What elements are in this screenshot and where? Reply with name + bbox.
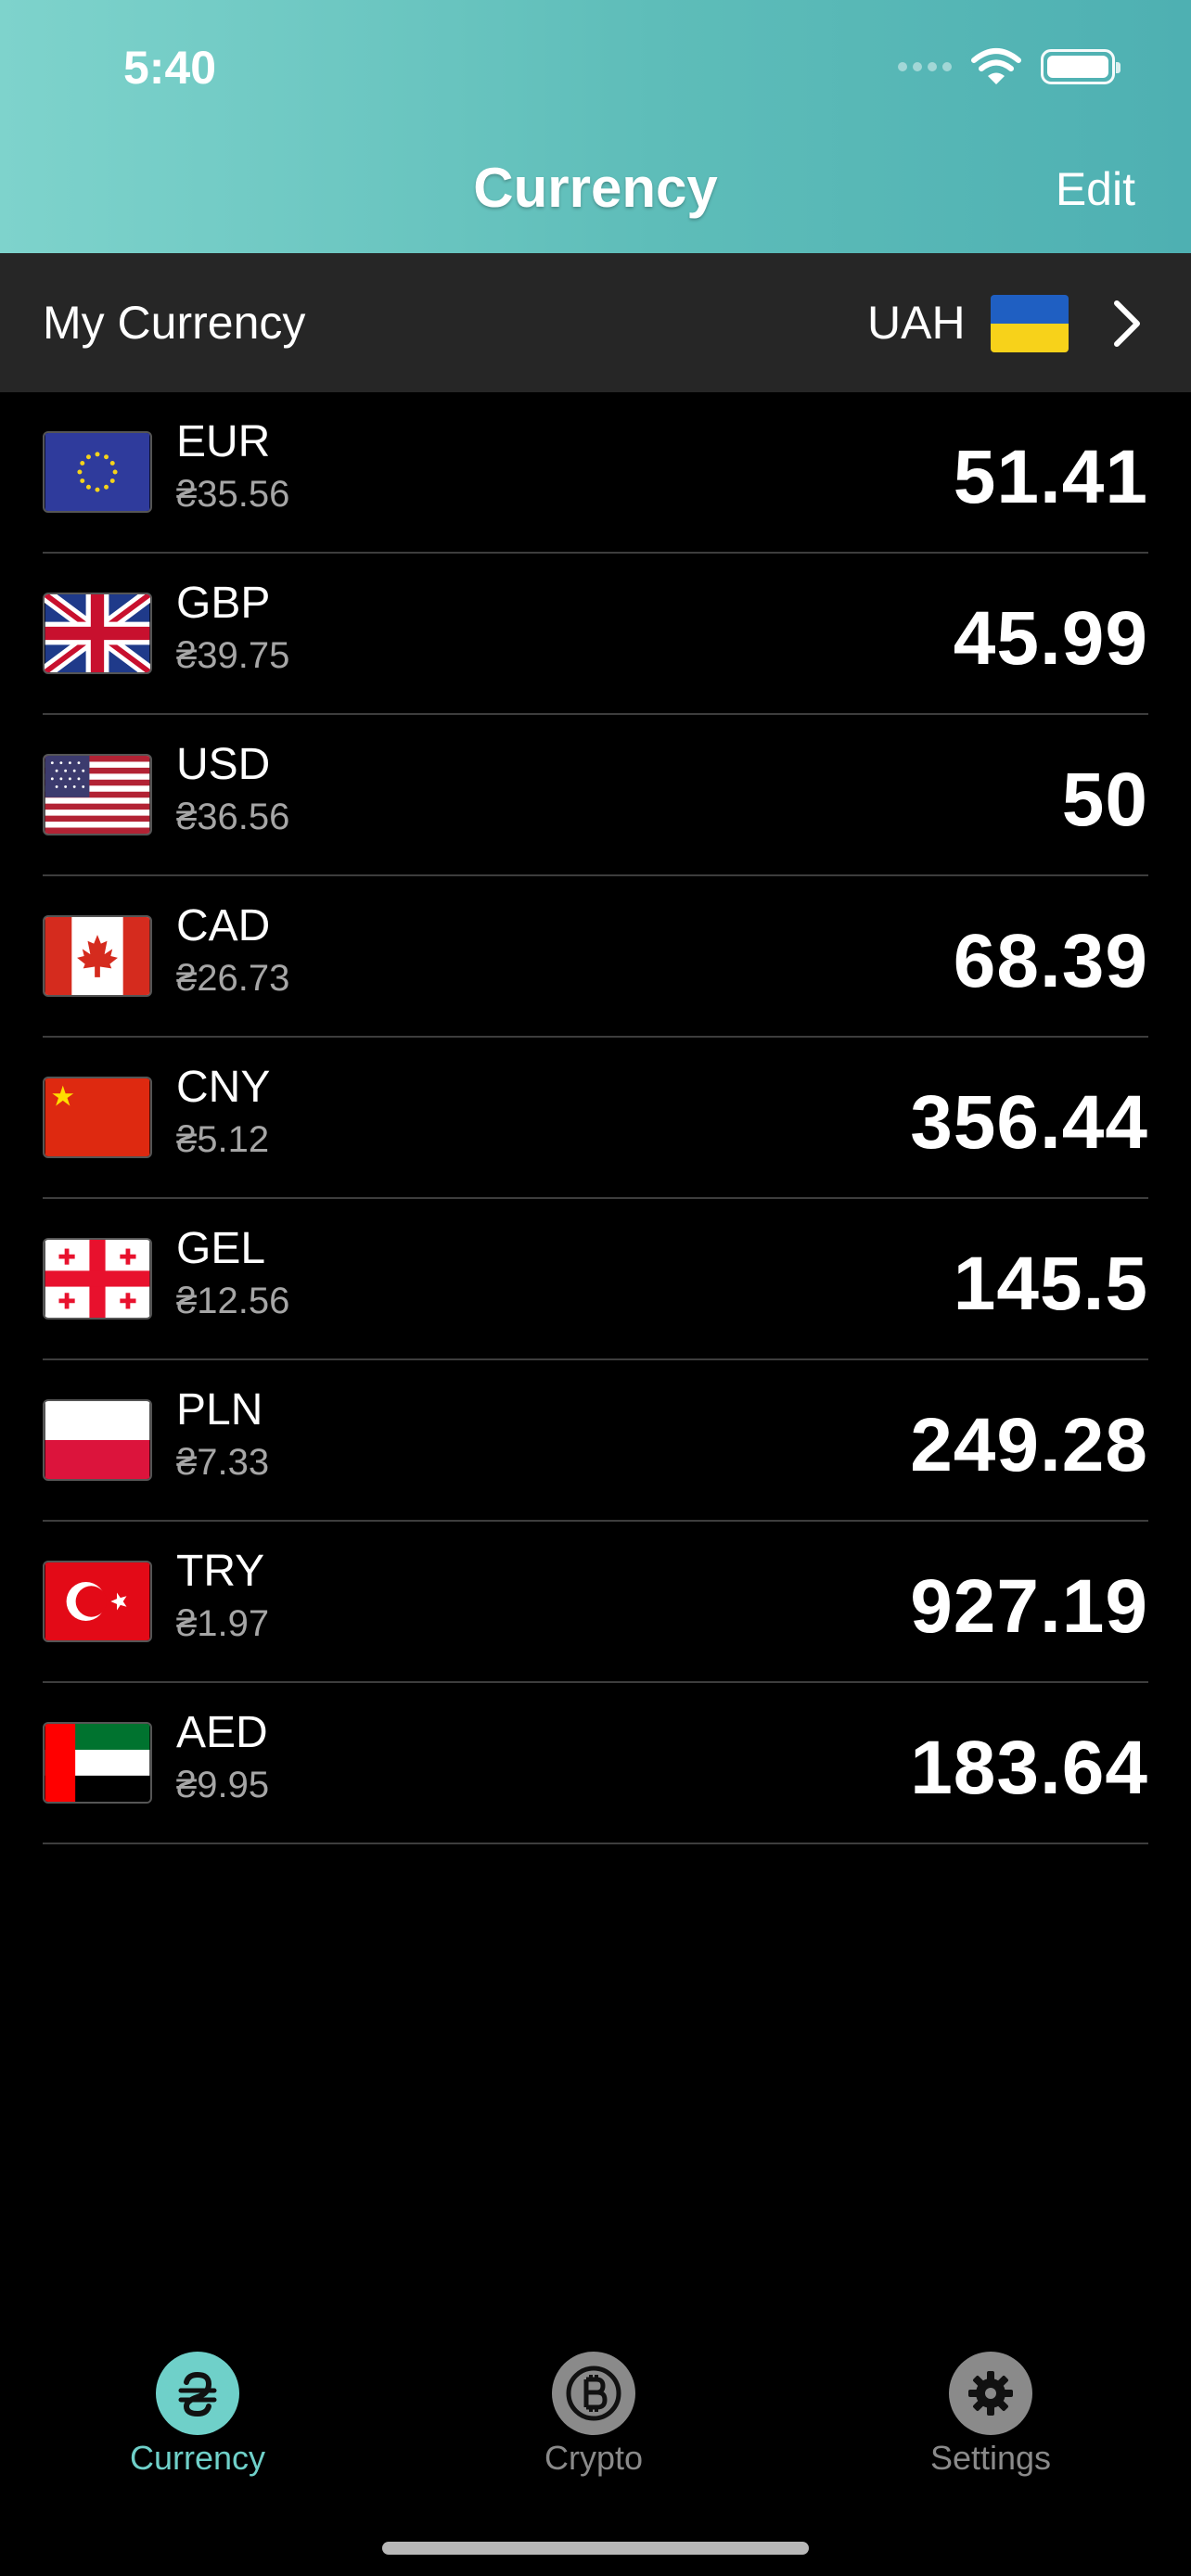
currency-rate: ₴1.97: [176, 1603, 270, 1644]
turkey-flag-icon: [43, 1561, 152, 1642]
currency-row-cny[interactable]: CNY ₴5.12 356.44: [43, 1038, 1148, 1199]
currency-value[interactable]: 927.19: [910, 1563, 1148, 1651]
currency-code: GBP: [176, 579, 271, 628]
tab-label: Currency: [129, 2439, 266, 2477]
home-indicator[interactable]: [382, 2542, 809, 2555]
chevron-right-icon: [1114, 300, 1140, 347]
currency-rate: ₴7.33: [176, 1442, 270, 1483]
currency-row-try[interactable]: TRY ₴1.97 927.19: [43, 1522, 1148, 1683]
currency-rate: ₴12.56: [176, 1281, 290, 1321]
poland-flag-icon: [43, 1399, 152, 1481]
us-flag-icon: [43, 754, 152, 835]
currency-code: USD: [176, 740, 271, 789]
currency-value[interactable]: 183.64: [910, 1725, 1148, 1812]
my-currency-label: My Currency: [43, 297, 306, 349]
gear-icon: [949, 2352, 1032, 2435]
eu-flag-icon: [43, 431, 152, 513]
header: 5:40 Currency Edit: [0, 0, 1191, 253]
currency-code: GEL: [176, 1224, 266, 1273]
currency-code: CNY: [176, 1063, 271, 1112]
ukraine-flag-icon: [991, 295, 1069, 352]
currency-value[interactable]: 50: [1062, 757, 1148, 844]
currency-rate: ₴39.75: [176, 635, 290, 676]
uae-flag-icon: [43, 1722, 152, 1804]
currency-code: CAD: [176, 901, 271, 950]
currency-row-cad[interactable]: CAD ₴26.73 68.39: [43, 876, 1148, 1038]
currency-row-gbp[interactable]: GBP ₴39.75 45.99: [43, 554, 1148, 715]
tab-settings[interactable]: Settings: [852, 2352, 1130, 2478]
canada-flag-icon: [43, 915, 152, 997]
currency-code: PLN: [176, 1385, 263, 1435]
currency-row-pln[interactable]: PLN ₴7.33 249.28: [43, 1360, 1148, 1522]
currency-code: EUR: [176, 417, 271, 466]
status-indicators: [898, 46, 1121, 87]
currency-rate: ₴26.73: [176, 958, 290, 999]
currency-rate: ₴5.12: [176, 1119, 270, 1160]
currency-row-gel[interactable]: GEL ₴12.56 145.5: [43, 1199, 1148, 1360]
tab-currency[interactable]: Currency: [58, 2352, 337, 2478]
currency-value[interactable]: 145.5: [954, 1241, 1148, 1328]
china-flag-icon: [43, 1077, 152, 1158]
tab-label: Settings: [929, 2439, 1052, 2477]
my-currency-row[interactable]: My Currency UAH: [0, 253, 1191, 392]
battery-icon: [1041, 49, 1121, 84]
tab-crypto[interactable]: Crypto: [455, 2352, 733, 2478]
currency-rate: ₴36.56: [176, 797, 290, 837]
signal-icon: [898, 62, 952, 71]
currency-row-usd[interactable]: USD ₴36.56 50: [43, 715, 1148, 876]
currency-value[interactable]: 51.41: [954, 434, 1148, 521]
georgia-flag-icon: [43, 1238, 152, 1320]
currency-code: TRY: [176, 1547, 265, 1596]
currency-value[interactable]: 68.39: [954, 918, 1148, 1005]
currency-row-aed[interactable]: AED ₴9.95 183.64: [43, 1683, 1148, 1844]
currency-rate: ₴9.95: [176, 1765, 270, 1805]
bitcoin-icon: [552, 2352, 635, 2435]
currency-code: AED: [176, 1708, 268, 1757]
hryvnia-icon: [156, 2352, 239, 2435]
tab-bar: Currency Crypto Settings: [0, 2318, 1191, 2485]
status-time: 5:40: [123, 42, 217, 94]
currency-row-eur[interactable]: EUR ₴35.56 51.41: [43, 392, 1148, 554]
page-title: Currency: [473, 157, 718, 219]
wifi-icon: [971, 48, 1021, 84]
uk-flag-icon: [43, 593, 152, 674]
currency-value[interactable]: 249.28: [910, 1402, 1148, 1489]
currency-value[interactable]: 356.44: [910, 1079, 1148, 1167]
my-currency-code: UAH: [867, 297, 966, 349]
tab-label: Crypto: [544, 2439, 644, 2477]
currency-list: EUR ₴35.56 51.41 GBP ₴39.75 45.99 USD ₴3…: [43, 392, 1148, 1844]
currency-value[interactable]: 45.99: [954, 595, 1148, 682]
edit-button[interactable]: Edit: [1056, 162, 1135, 216]
currency-rate: ₴35.56: [176, 474, 290, 515]
